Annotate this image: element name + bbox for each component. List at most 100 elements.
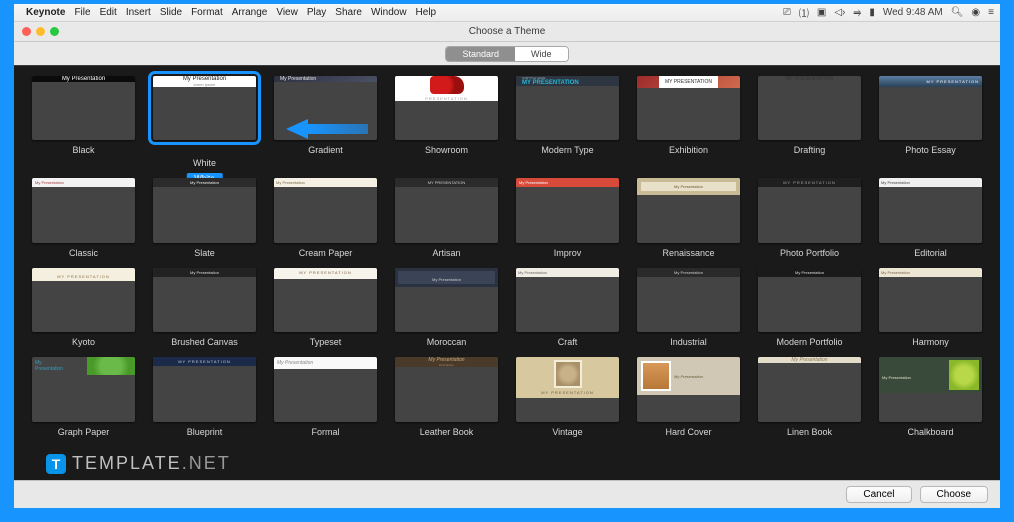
theme-leather[interactable]: My PresentationDescription Leather Book <box>395 357 498 436</box>
theme-thumbnail: My Presentation <box>32 178 135 242</box>
theme-label: Slate <box>194 248 215 258</box>
theme-thumbnail: My Presentation <box>153 178 256 242</box>
menu-play[interactable]: Play <box>307 7 326 18</box>
theme-label: Blueprint <box>187 427 223 437</box>
theme-thumbnail: My PresentationDescription <box>395 357 498 421</box>
macos-menubar: Keynote File Edit Insert Slide Format Ar… <box>14 4 1000 22</box>
theme-blue[interactable]: MY PRESENTATION Blueprint <box>153 357 256 436</box>
status-display-icon[interactable]: ⑴ <box>799 5 809 20</box>
status-spotlight-icon[interactable]: 🔍︎ <box>951 7 964 18</box>
theme-kyoto[interactable]: MY PRESENTATIONKyoto <box>32 268 135 347</box>
window-title: Choose a Theme <box>14 22 1000 42</box>
theme-thumbnail: My Presentation <box>879 178 982 242</box>
theme-craft[interactable]: My PresentationCraft <box>516 268 619 347</box>
theme-label: Vintage <box>552 427 582 437</box>
close-window-button[interactable] <box>22 27 31 36</box>
menu-file[interactable]: File <box>74 7 90 18</box>
annotation-arrow <box>286 119 308 139</box>
theme-label: Kyoto <box>72 337 95 347</box>
status-video-icon[interactable]: ⎚ <box>783 7 791 18</box>
status-wifi-icon[interactable]: ⥤ <box>853 7 861 18</box>
theme-artisan[interactable]: MY PRESENTATIONArtisan <box>395 178 498 257</box>
theme-label: Leather Book <box>420 427 474 437</box>
theme-label: Exhibition <box>669 145 708 155</box>
theme-thumbnail: My Presentation <box>516 268 619 332</box>
theme-label: Modern Portfolio <box>776 337 842 347</box>
status-airplay-icon[interactable]: ▣ <box>817 7 826 18</box>
theme-thumbnail: MY PRESENTATION <box>637 76 740 140</box>
theme-moroc[interactable]: My PresentationMoroccan <box>395 268 498 347</box>
theme-chooser-window: Choose a Theme Standard Wide My Presenta… <box>14 22 1000 508</box>
theme-typeset[interactable]: MY PRESENTATIONTypeset <box>274 268 377 347</box>
status-siri-icon[interactable]: ◉ <box>971 7 980 18</box>
theme-label: Classic <box>69 248 98 258</box>
menu-edit[interactable]: Edit <box>100 7 117 18</box>
status-battery-icon[interactable]: ▮ <box>869 7 875 18</box>
theme-slate[interactable]: My Presentation Slate <box>153 178 256 257</box>
cancel-button[interactable]: Cancel <box>846 486 911 503</box>
theme-cream[interactable]: My Presentation Cream Paper <box>274 178 377 257</box>
theme-thumbnail: My Presentation <box>758 268 861 332</box>
theme-label: White <box>193 158 216 168</box>
theme-modern[interactable]: SUBTITLE HEREMY PRESENTATIONModern Type <box>516 76 619 168</box>
menu-share[interactable]: Share <box>335 7 362 18</box>
theme-mport[interactable]: My Presentation Modern Portfolio <box>758 268 861 347</box>
theme-thumbnail: MY PRESENTATION <box>879 76 982 140</box>
theme-hard[interactable]: My PresentationHard Cover <box>637 357 740 436</box>
theme-vintage[interactable]: MY PRESENTATIONVintage <box>516 357 619 436</box>
theme-linen[interactable]: My PresentationLinen Book <box>758 357 861 436</box>
theme-chalk[interactable]: My PresentationChalkboard <box>879 357 982 436</box>
segment-standard[interactable]: Standard <box>446 47 515 61</box>
theme-edit[interactable]: My PresentationEditorial <box>879 178 982 257</box>
theme-brush[interactable]: My PresentationBrushed Canvas <box>153 268 256 347</box>
window-footer: Cancel Choose <box>14 480 1000 508</box>
theme-exhib[interactable]: MY PRESENTATION Exhibition <box>637 76 740 168</box>
theme-classic[interactable]: My Presentation Classic <box>32 178 135 257</box>
status-volume-icon[interactable]: ◁› <box>834 7 845 18</box>
menu-window[interactable]: Window <box>371 7 407 18</box>
theme-draft[interactable]: MY PRESENTATIONDrafting <box>758 76 861 168</box>
theme-grid: My PresentationBlackMy Presentationlorem… <box>32 76 982 437</box>
theme-white[interactable]: My Presentationlorem ipsumWhiteWhite <box>153 76 256 168</box>
choose-button[interactable]: Choose <box>920 486 988 503</box>
menu-insert[interactable]: Insert <box>126 7 151 18</box>
theme-label: Formal <box>311 427 339 437</box>
theme-improv[interactable]: My PresentationImprov <box>516 178 619 257</box>
minimize-window-button[interactable] <box>36 27 45 36</box>
theme-portf[interactable]: MY PRESENTATIONPhoto Portfolio <box>758 178 861 257</box>
status-notification-icon[interactable]: ≡ <box>988 7 994 18</box>
template-net-watermark: T TEMPLATE.NET <box>46 453 231 474</box>
theme-harm[interactable]: My PresentationHarmony <box>879 268 982 347</box>
theme-thumbnail: SUBTITLE HEREMY PRESENTATION <box>516 76 619 140</box>
theme-black[interactable]: My PresentationBlack <box>32 76 135 168</box>
theme-thumbnail: MY PRESENTATION <box>153 357 256 421</box>
maximize-window-button[interactable] <box>50 27 59 36</box>
theme-thumbnail: My Presentation <box>637 357 740 421</box>
theme-label: Artisan <box>432 248 460 258</box>
theme-label: Showroom <box>425 145 468 155</box>
menu-help[interactable]: Help <box>416 7 437 18</box>
theme-showroom[interactable]: PRESENTATION Showroom <box>395 76 498 168</box>
theme-thumbnail: My Presentation <box>274 178 377 242</box>
theme-indust[interactable]: My PresentationIndustrial <box>637 268 740 347</box>
menu-arrange[interactable]: Arrange <box>232 7 268 18</box>
theme-thumbnail: My Presentation <box>516 178 619 242</box>
theme-label: Drafting <box>794 145 826 155</box>
theme-graph[interactable]: MyPresentationGraph Paper <box>32 357 135 436</box>
theme-thumbnail: My Presentation <box>879 268 982 332</box>
menu-view[interactable]: View <box>276 7 298 18</box>
theme-photo[interactable]: MY PRESENTATIONPhoto Essay <box>879 76 982 168</box>
theme-label: Chalkboard <box>907 427 953 437</box>
menu-format[interactable]: Format <box>191 7 223 18</box>
segment-wide[interactable]: Wide <box>515 47 568 61</box>
menu-slide[interactable]: Slide <box>160 7 182 18</box>
theme-thumbnail: My Presentation <box>32 76 135 140</box>
status-clock[interactable]: Wed 9:48 AM <box>883 7 943 18</box>
theme-label: Typeset <box>310 337 342 347</box>
theme-thumbnail: PRESENTATION <box>395 76 498 140</box>
theme-label: Cream Paper <box>299 248 353 258</box>
theme-label: Moroccan <box>427 337 467 347</box>
app-menu[interactable]: Keynote <box>26 7 65 18</box>
theme-renais[interactable]: My PresentationRenaissance <box>637 178 740 257</box>
theme-formal[interactable]: My PresentationFormal <box>274 357 377 436</box>
